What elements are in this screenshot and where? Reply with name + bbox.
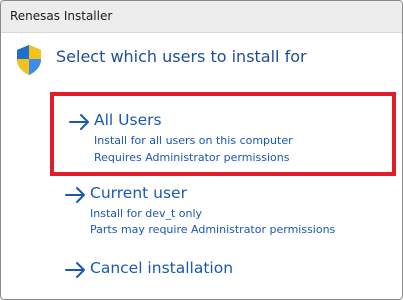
current-user-desc-1: Install for dev_t only — [90, 207, 203, 220]
title-bar: Renesas Installer — [1, 1, 402, 33]
cancel-installation-label: Cancel installation — [90, 259, 234, 277]
right-arrow-icon — [65, 262, 85, 278]
cancel-installation-option[interactable]: Cancel installation — [50, 259, 396, 283]
all-users-desc-2: Requires Administrator permissions — [94, 151, 290, 164]
all-users-desc-1: Install for all users on this computer — [94, 134, 293, 147]
current-user-desc-2: Parts may require Administrator permissi… — [90, 223, 336, 236]
all-users-option[interactable]: All Users Install for all users on this … — [50, 92, 396, 176]
all-users-label: All Users — [94, 111, 162, 129]
uac-shield-icon — [17, 45, 41, 75]
page-heading: Select which users to install for — [56, 47, 307, 66]
current-user-label: Current user — [90, 184, 187, 202]
window-title: Renesas Installer — [10, 9, 113, 23]
right-arrow-icon — [65, 187, 85, 203]
right-arrow-icon — [69, 114, 89, 130]
installer-window: Renesas Installer Select which users to … — [0, 0, 403, 300]
current-user-option[interactable]: Current user Install for dev_t only Part… — [50, 184, 396, 242]
